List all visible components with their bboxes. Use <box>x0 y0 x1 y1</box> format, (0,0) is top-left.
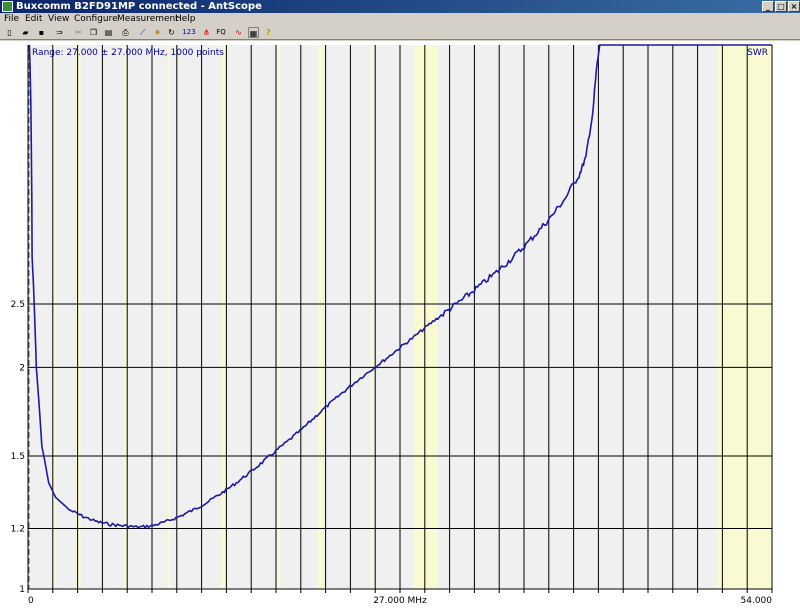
menu-measurement[interactable]: Measurement <box>117 13 179 25</box>
x-tick-label: 27.000 MHz <box>373 596 427 606</box>
cut-icon[interactable]: ✂ <box>73 27 84 38</box>
refresh-icon[interactable]: ↻ <box>166 27 177 38</box>
new-file-icon[interactable]: ▯ <box>4 27 15 38</box>
ham-band-highlight <box>76 45 81 589</box>
toolbar: ▯ ▰ ▪ ⇒ ✂ ❐ ▤ ⎙ ⟋ ✷ ↻ 123 ⋔ FQ ∿ ▦ ? <box>0 25 800 40</box>
x-tick-label: 54.000 <box>741 596 773 606</box>
help-icon[interactable]: ? <box>263 27 274 38</box>
y-tick-label: 1.5 <box>11 452 25 462</box>
swr-plot[interactable]: 1.2 1.5 2 2.5 1 0 27.000 MHz 54.000 Range: 27.… <box>0 41 800 613</box>
numbers-icon[interactable]: 123 <box>181 27 197 38</box>
maximize-button[interactable]: □ <box>775 1 787 12</box>
menu-help[interactable]: Help <box>175 13 196 25</box>
save-icon[interactable]: ▪ <box>36 27 47 38</box>
open-folder-icon[interactable]: ▰ <box>20 27 31 38</box>
frequency-icon[interactable]: FQ <box>214 27 228 38</box>
ham-band-highlight <box>413 45 438 589</box>
y-tick-label: 1.2 <box>11 525 25 535</box>
y-tick-label: 2.5 <box>11 300 25 310</box>
paste-icon[interactable]: ▤ <box>103 27 114 38</box>
minimize-button[interactable]: _ <box>762 1 774 12</box>
menu-edit[interactable]: Edit <box>25 13 42 25</box>
x-tick-label: 0 <box>28 596 34 606</box>
ham-band-highlight <box>167 45 171 589</box>
y-tick-label: 2 <box>19 363 25 373</box>
ham-band-highlight <box>317 45 324 589</box>
y-tick-label: 1 <box>19 585 25 595</box>
range-label: Range: 27.000 ± 27.000 MHz, 1000 points <box>32 48 224 58</box>
menu-bar: File Edit View Configure Measurement Hel… <box>0 13 800 25</box>
series-label: SWR <box>747 48 768 58</box>
app-icon <box>2 1 13 12</box>
title-bar: Buxcomm B2FD91MP connected - AntScope _ … <box>0 0 800 13</box>
print-icon[interactable]: ⎙ <box>120 27 131 38</box>
export-icon[interactable]: ⇒ <box>54 27 65 38</box>
ham-band-highlight <box>220 45 226 589</box>
settings-icon[interactable]: ✷ <box>152 27 163 38</box>
ham-band-highlight <box>370 45 374 589</box>
ham-band-highlight <box>716 45 772 589</box>
menu-file[interactable]: File <box>4 13 19 25</box>
antenna-icon[interactable]: ⋔ <box>201 27 212 38</box>
swr-chart[interactable]: 1.2 1.5 2 2.5 1 0 27.000 MHz 54.000 Range: 27.… <box>0 41 800 613</box>
ham-band-highlight <box>276 45 280 589</box>
table-icon[interactable]: ▦ <box>248 27 259 38</box>
menu-view[interactable]: View <box>48 13 69 25</box>
smith-chart-icon[interactable]: ∿ <box>233 27 244 38</box>
close-button[interactable]: × <box>788 1 800 12</box>
menu-configure[interactable]: Configure <box>74 13 118 25</box>
copy-icon[interactable]: ❐ <box>88 27 99 38</box>
window-title: Buxcomm B2FD91MP connected - AntScope <box>16 1 262 12</box>
chart-icon[interactable]: ⟋ <box>137 27 148 38</box>
